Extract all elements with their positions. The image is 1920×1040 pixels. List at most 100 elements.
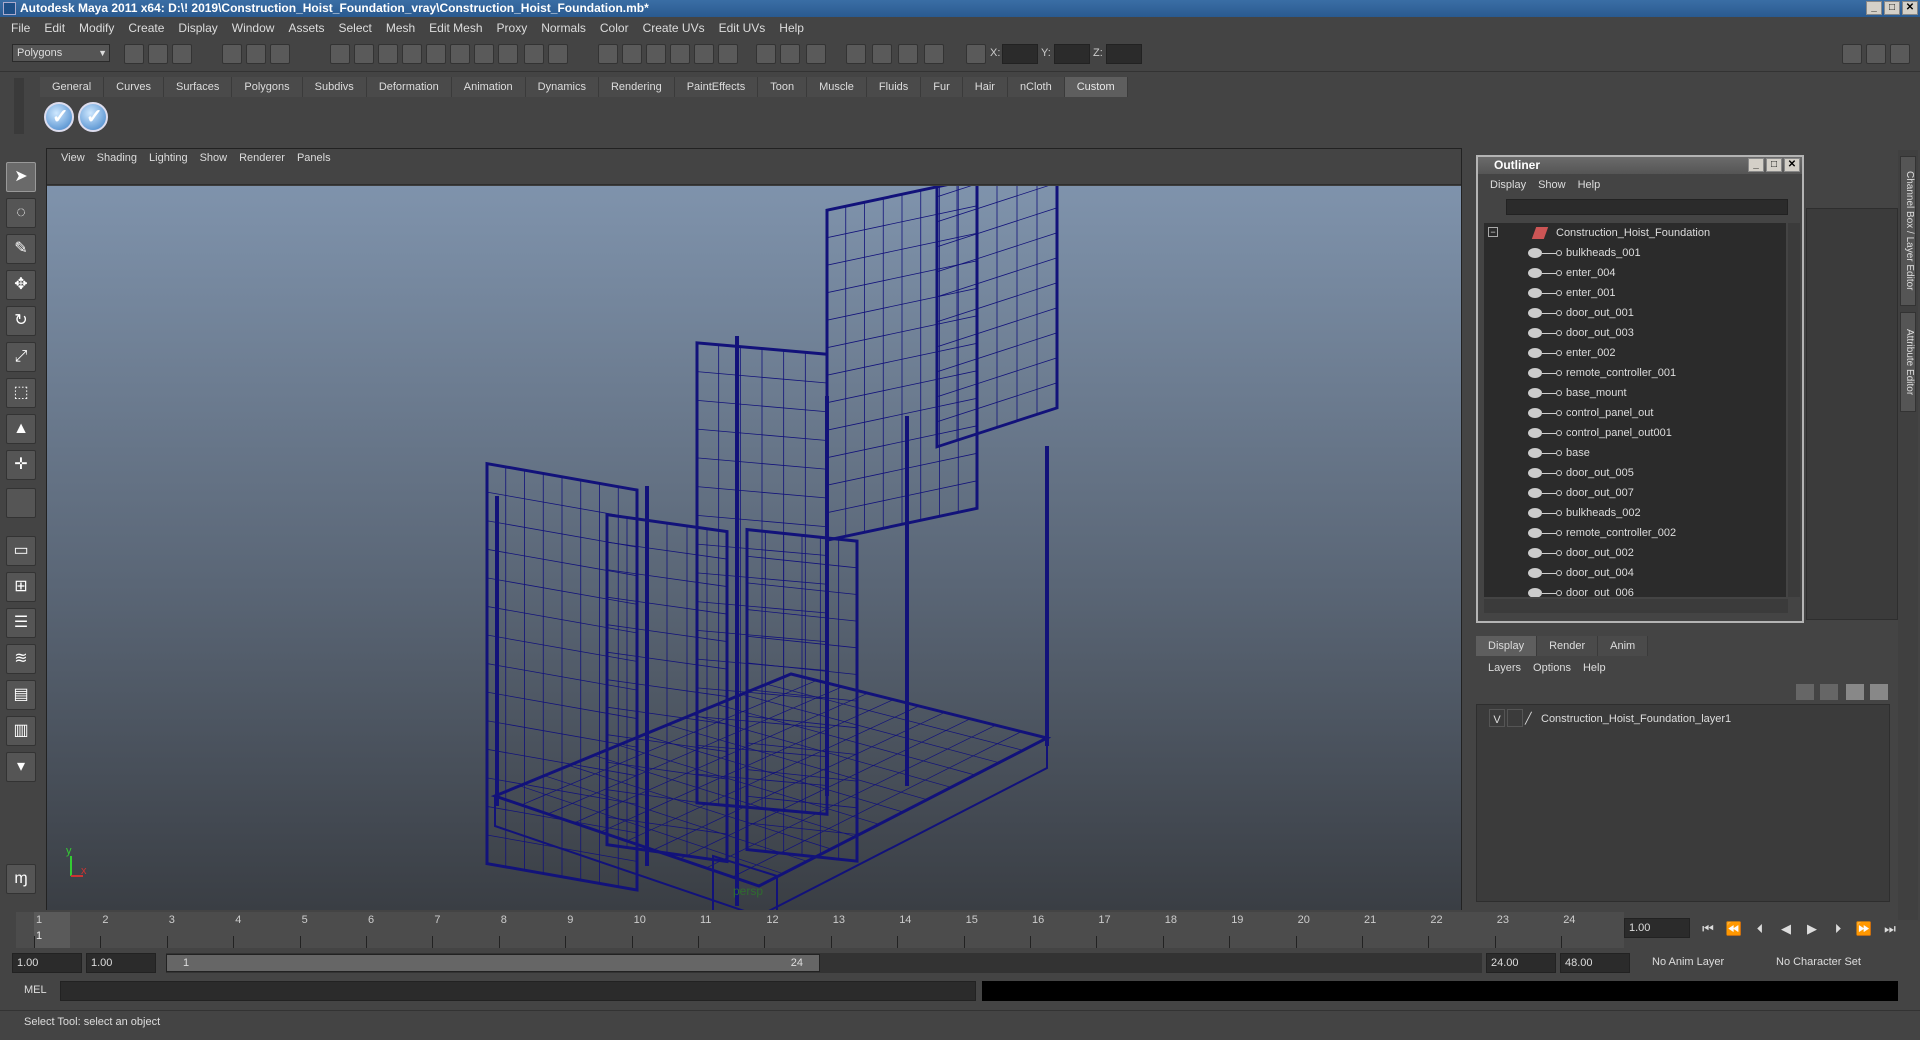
outliner-item[interactable]: bulkheads_002 [1484,503,1784,523]
shelf-tab-rendering[interactable]: Rendering [598,77,675,97]
menu-set-dropdown[interactable]: Polygons ▼ [12,44,110,62]
animation-end-field[interactable]: 48.00 [1560,953,1630,973]
outliner-item[interactable]: door_out_001 [1484,303,1784,323]
menu-window[interactable]: Window [225,21,282,35]
layer-menu-layers[interactable]: Layers [1482,658,1527,678]
outliner-item[interactable]: enter_001 [1484,283,1784,303]
range-slider[interactable]: 1 24 [166,953,1482,973]
outliner-root-row[interactable]: − Construction_Hoist_Foundation [1484,223,1784,243]
shelf-tab-curves[interactable]: Curves [104,77,164,97]
new-scene-icon[interactable] [124,44,144,64]
custom-check-icon[interactable] [44,102,74,132]
outliner-item[interactable]: base [1484,443,1784,463]
outliner-item[interactable]: enter_002 [1484,343,1784,363]
viewport-menu-renderer[interactable]: Renderer [233,149,291,167]
outliner-item[interactable]: bulkheads_001 [1484,243,1784,263]
menu-select[interactable]: Select [331,21,378,35]
hypergraph-icon[interactable] [846,44,866,64]
outliner-item[interactable]: door_out_004 [1484,563,1784,583]
shelf-tab-dynamics[interactable]: Dynamics [525,77,599,97]
render-current-frame-icon[interactable] [548,44,568,64]
y-field[interactable] [1054,44,1090,64]
menu-mesh[interactable]: Mesh [379,21,422,35]
menu-normals[interactable]: Normals [534,21,593,35]
move-tool-icon[interactable]: ✥ [6,270,36,300]
close-button[interactable]: ✕ [1902,1,1918,15]
menu-modify[interactable]: Modify [72,21,121,35]
outliner-horizontal-scrollbar[interactable] [1484,599,1788,613]
persp-outliner-layout-icon[interactable]: ▥ [6,716,36,746]
outliner-item[interactable]: control_panel_out [1484,403,1784,423]
step-back-key-icon[interactable]: ⏴ [1750,919,1770,939]
menu-file[interactable]: File [4,21,37,35]
viewport-menu-lighting[interactable]: Lighting [143,149,194,167]
shelf-tab-general[interactable]: General [40,77,105,97]
menu-edit-mesh[interactable]: Edit Mesh [422,21,489,35]
tool-settings-toggle-icon[interactable] [1866,44,1886,64]
universal-manipulator-icon[interactable]: ⬚ [6,378,36,408]
shelf-tab-animation[interactable]: Animation [451,77,526,97]
snap-point-icon[interactable] [378,44,398,64]
attribute-icon[interactable] [898,44,918,64]
shelf-tab-custom[interactable]: Custom [1064,77,1128,97]
range-slider-thumb[interactable]: 1 24 [166,954,820,972]
lasso-tool-icon[interactable]: ◌ [6,198,36,228]
layer-menu-help[interactable]: Help [1577,658,1612,678]
four-pane-layout-icon[interactable]: ⊞ [6,572,36,602]
layer-tab-display[interactable]: Display [1476,636,1538,656]
viewport-canvas[interactable]: y x persp [47,186,1461,910]
shelf-tab-fur[interactable]: Fur [921,77,963,97]
shelf-tab-subdivs[interactable]: Subdivs [302,77,367,97]
preferences-icon[interactable] [924,44,944,64]
shelf-tab-surfaces[interactable]: Surfaces [163,77,233,97]
transform-numeric-icon[interactable] [966,44,986,64]
channel-box-tab[interactable]: Channel Box / Layer Editor [1900,156,1916,306]
step-back-icon[interactable]: ⏪ [1724,919,1744,939]
shelf-tab-painteffects[interactable]: PaintEffects [674,77,759,97]
select-hierarchy-icon[interactable] [222,44,242,64]
menu-color[interactable]: Color [593,21,636,35]
outliner-vertical-scrollbar[interactable] [1788,223,1800,597]
input-ops-icon[interactable] [450,44,470,64]
layer-tab-render[interactable]: Render [1537,636,1599,656]
outliner-item[interactable]: door_out_005 [1484,463,1784,483]
shelf-tab-deformation[interactable]: Deformation [366,77,452,97]
scale-tool-icon[interactable]: ⤢ [6,342,36,372]
layer-row[interactable]: V ╱ Construction_Hoist_Foundation_layer1 [1483,709,1883,729]
current-frame-field[interactable]: 1.00 [1624,918,1690,938]
open-scene-icon[interactable] [148,44,168,64]
outliner-persp-layout-icon[interactable]: ☰ [6,608,36,638]
last-tool-icon[interactable] [6,488,36,518]
playblast-icon[interactable] [756,44,776,64]
outliner-item[interactable]: door_out_002 [1484,543,1784,563]
outliner-search-input[interactable] [1506,199,1788,215]
paint-select-icon[interactable]: ✎ [6,234,36,264]
new-layer-selected-icon[interactable] [1820,684,1838,700]
outliner-item[interactable]: remote_controller_002 [1484,523,1784,543]
z-field[interactable] [1106,44,1142,64]
playback-end-field[interactable]: 24.00 [1486,953,1556,973]
outliner-icon[interactable] [806,44,826,64]
single-pane-layout-icon[interactable]: ▭ [6,536,36,566]
hypershade-layout-icon[interactable]: ▤ [6,680,36,710]
maximize-button[interactable]: □ [1884,1,1900,15]
script-editor-icon[interactable] [872,44,892,64]
attribute-editor-tab[interactable]: Attribute Editor [1900,312,1916,412]
menu-create-uvs[interactable]: Create UVs [636,21,712,35]
hypershade-icon[interactable] [646,44,666,64]
custom-check-icon[interactable] [78,102,108,132]
animation-start-field[interactable]: 1.00 [12,953,82,973]
play-backward-icon[interactable]: ◀ [1776,919,1796,939]
menu-display[interactable]: Display [171,21,224,35]
graph-editor-icon[interactable] [780,44,800,64]
channel-box-toggle-icon[interactable] [1890,44,1910,64]
render-settings-icon[interactable] [622,44,642,64]
outliner-item[interactable]: door_out_003 [1484,323,1784,343]
menu-create[interactable]: Create [121,21,171,35]
collapse-icon[interactable]: − [1488,227,1498,237]
layer-tab-anim[interactable]: Anim [1598,636,1649,656]
select-component-icon[interactable] [270,44,290,64]
outliner-menu-show[interactable]: Show [1532,175,1572,195]
menu-edit[interactable]: Edit [37,21,72,35]
save-scene-icon[interactable] [172,44,192,64]
